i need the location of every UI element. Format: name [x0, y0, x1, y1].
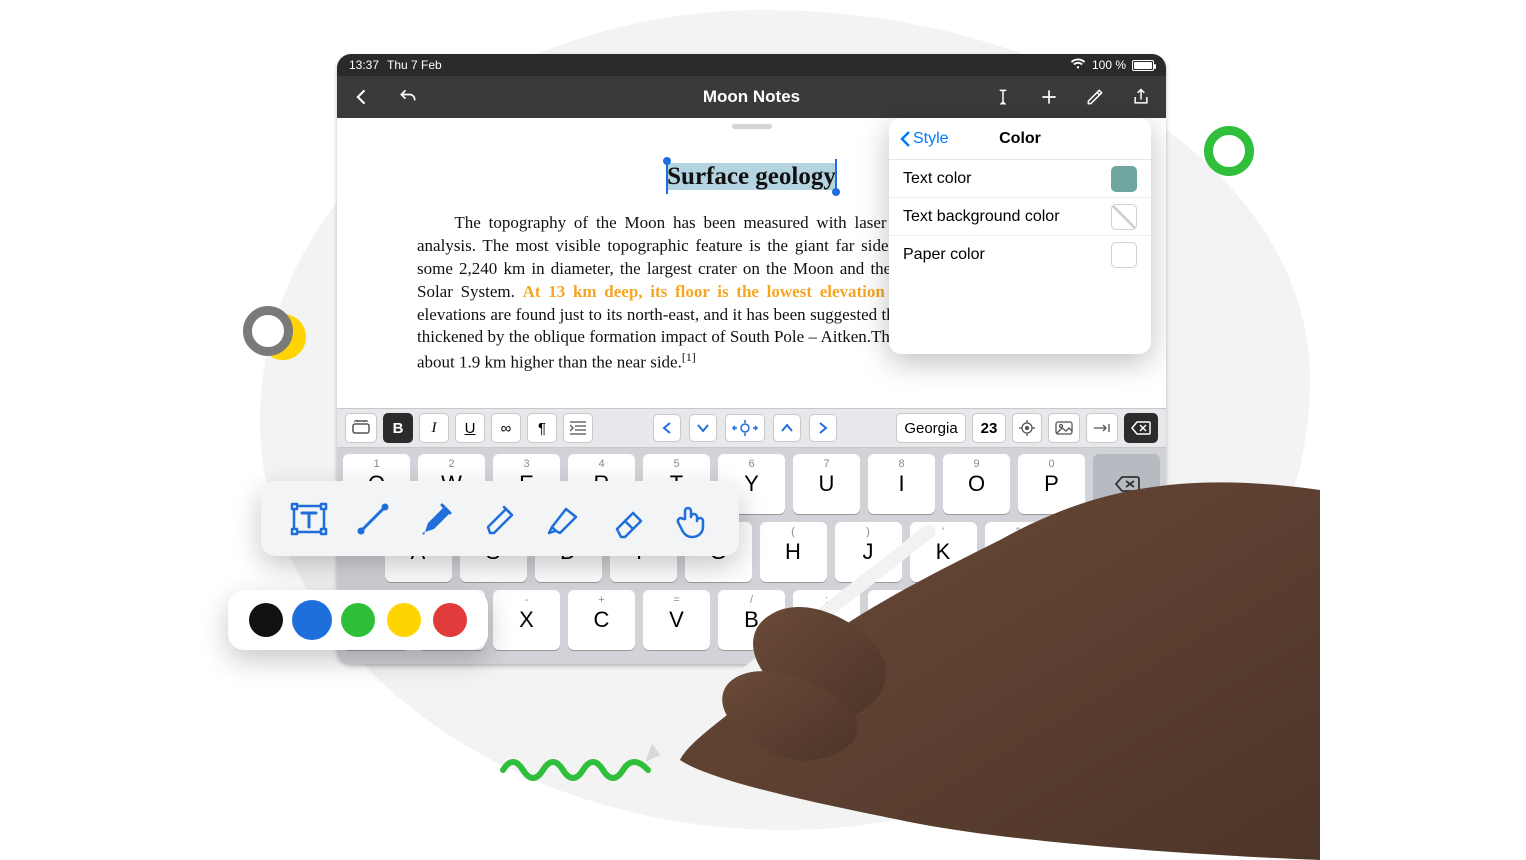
eraser-tool[interactable] [603, 495, 651, 543]
backspace-key[interactable] [1093, 454, 1160, 514]
key-B[interactable]: /B [718, 590, 785, 650]
dictation-button[interactable] [744, 662, 760, 664]
cursor-down-button[interactable] [689, 414, 717, 442]
return-key[interactable] [1060, 522, 1161, 582]
delete-word-button[interactable] [1124, 413, 1158, 443]
undo-button[interactable] [397, 86, 419, 108]
back-button[interactable] [351, 86, 373, 108]
cursor-right-button[interactable] [809, 414, 837, 442]
text-bg-swatch [1111, 204, 1137, 230]
key-M[interactable]: :M [868, 590, 935, 650]
key-C[interactable]: +C [568, 590, 635, 650]
settings-button[interactable] [1084, 86, 1106, 108]
wifi-icon [1070, 58, 1086, 73]
cursor-nav-group [653, 414, 837, 442]
key-.[interactable]: ?. [1018, 590, 1085, 650]
highlighter-tool[interactable] [540, 495, 588, 543]
style-settings-button[interactable] [1012, 413, 1042, 443]
row-text-color-label: Text color [903, 170, 971, 188]
cursor-center-button[interactable] [725, 414, 765, 442]
share-button[interactable] [1130, 86, 1152, 108]
status-bar: 13:37 Thu 7 Feb 100 % [337, 54, 1166, 76]
decor-ring-gray [243, 306, 293, 356]
drawing-tool-palette [261, 481, 739, 556]
status-time: 13:37 [349, 58, 379, 72]
text-color-swatch [1111, 166, 1137, 192]
popover-back-button[interactable]: Style [899, 130, 949, 148]
underline-button[interactable]: U [455, 413, 485, 443]
indent-button[interactable] [563, 413, 593, 443]
heading-selected[interactable]: Surface geology [667, 160, 836, 194]
line-tool[interactable] [349, 495, 397, 543]
key-V[interactable]: =V [643, 590, 710, 650]
key-K[interactable]: 'K [910, 522, 977, 582]
decor-ring-green [1204, 126, 1254, 176]
color-red[interactable] [433, 603, 467, 637]
pen-tool[interactable] [412, 495, 460, 543]
paragraph-button[interactable]: ¶ [527, 413, 557, 443]
battery-icon [1132, 60, 1154, 71]
key-U[interactable]: 7U [793, 454, 860, 514]
text-box-tool[interactable] [285, 495, 333, 543]
color-green[interactable] [341, 603, 375, 637]
row-paper-label: Paper color [903, 246, 985, 264]
row-text-bg-color[interactable]: Text background color [889, 198, 1151, 236]
row-text-color[interactable]: Text color [889, 160, 1151, 198]
cursor-up-button[interactable] [773, 414, 801, 442]
key-H[interactable]: (H [760, 522, 827, 582]
citation: [1] [682, 350, 696, 364]
key-X[interactable]: -X [493, 590, 560, 650]
key-,[interactable]: !, [943, 590, 1010, 650]
cursor-left-button[interactable] [653, 414, 681, 442]
tab-button[interactable] [1086, 413, 1118, 443]
link-button[interactable]: ∞ [491, 413, 521, 443]
key-P[interactable]: 0P [1018, 454, 1085, 514]
paper-swatch [1111, 242, 1137, 268]
add-button[interactable] [1038, 86, 1060, 108]
battery-percent: 100 % [1092, 58, 1126, 72]
keyboard-toggle-button[interactable] [345, 413, 377, 443]
drawn-stroke [498, 752, 658, 782]
image-button[interactable] [1048, 413, 1080, 443]
key-I[interactable]: 8I [868, 454, 935, 514]
key-J[interactable]: )J [835, 522, 902, 582]
status-date: Thu 7 Feb [387, 58, 442, 72]
key-O[interactable]: 9O [943, 454, 1010, 514]
italic-button[interactable]: I [419, 413, 449, 443]
color-popover: Style Color Text color Text background c… [889, 118, 1151, 354]
row-text-bg-label: Text background color [903, 208, 1060, 226]
popover-title: Color [999, 130, 1041, 148]
color-swatch-bar [228, 590, 488, 650]
font-select[interactable]: Georgia [896, 413, 966, 443]
pencil-tool[interactable] [476, 495, 524, 543]
color-blue[interactable] [295, 603, 329, 637]
format-toolbar: B I U ∞ ¶ Georgia 23 [337, 408, 1166, 448]
bold-button[interactable]: B [383, 413, 413, 443]
key-L[interactable]: "L [985, 522, 1052, 582]
color-black[interactable] [249, 603, 283, 637]
popover-back-label: Style [913, 130, 949, 148]
font-size[interactable]: 23 [972, 413, 1006, 443]
key-N[interactable]: ;N [793, 590, 860, 650]
nav-bar: Moon Notes [337, 76, 1166, 118]
row-paper-color[interactable]: Paper color [889, 236, 1151, 274]
shift-key-right[interactable] [1093, 590, 1160, 650]
heading-text: Surface geology [667, 163, 836, 190]
ipad-screen: 13:37 Thu 7 Feb 100 % Moon Notes [337, 54, 1166, 664]
sheet-grabber[interactable] [732, 124, 772, 129]
color-yellow[interactable] [387, 603, 421, 637]
text-tool-button[interactable] [992, 86, 1014, 108]
gesture-tool[interactable] [667, 495, 715, 543]
